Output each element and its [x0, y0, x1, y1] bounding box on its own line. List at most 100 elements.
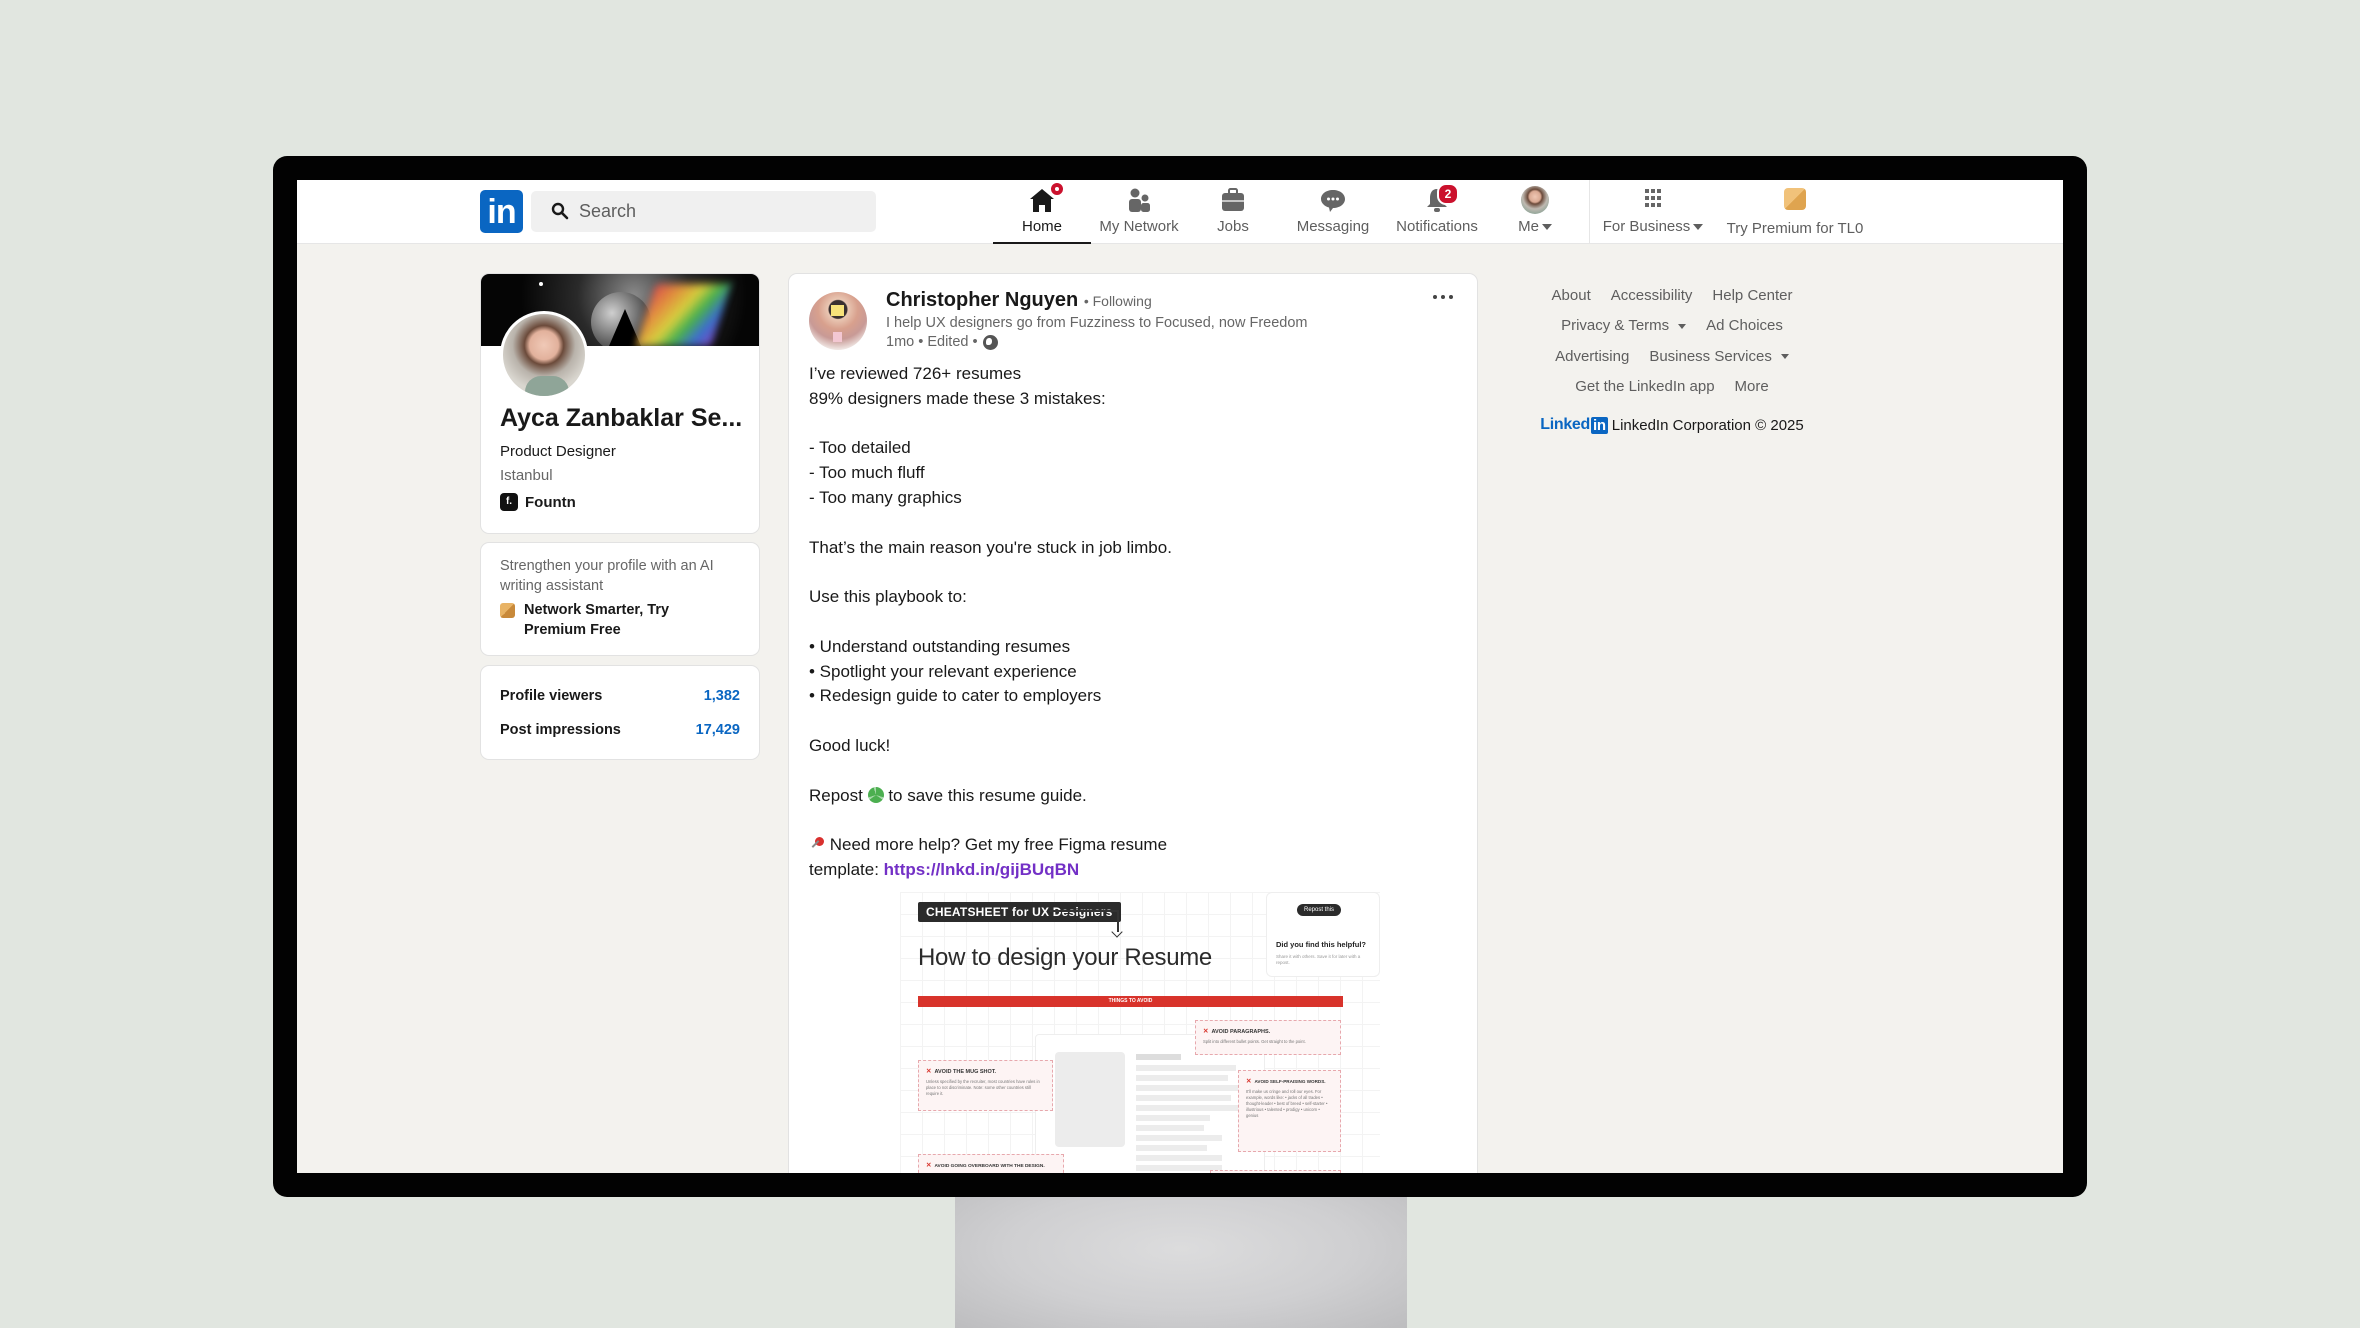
- label: Privacy & Terms: [1561, 317, 1670, 335]
- chevron-down-icon: [1693, 224, 1704, 231]
- mock-line: [1136, 1054, 1181, 1060]
- copyright: Linked in LinkedIn Corporation © 2025: [1522, 416, 1822, 434]
- wordmark-text: Linked: [1540, 416, 1590, 433]
- footer-link-advertising[interactable]: Advertising: [1555, 348, 1629, 365]
- chevron-down-icon: [1541, 224, 1552, 231]
- x-icon: ✕: [926, 1162, 932, 1169]
- nav-messaging[interactable]: Messaging: [1293, 186, 1373, 244]
- nav-label: Messaging: [1296, 218, 1370, 235]
- text: Repost: [809, 785, 868, 805]
- footer-link-about[interactable]: About: [1552, 287, 1591, 304]
- company-logo: f.: [500, 493, 518, 511]
- stat-profile-viewers[interactable]: Profile viewers 1,382: [500, 688, 740, 704]
- nav-home[interactable]: Home: [993, 183, 1091, 244]
- try-premium-link[interactable]: Network Smarter, Try Premium Free: [500, 600, 704, 640]
- post-line-help: Need more help? Get my free Figma resume: [809, 833, 1269, 858]
- linkedin-logo[interactable]: in: [480, 190, 523, 233]
- author-name-row: Christopher Nguyen • Following: [886, 289, 1152, 312]
- post-line-template: template: https://lnkd.in/gijBUqBN: [809, 858, 1269, 883]
- footer-row: Privacy & Terms Ad Choices: [1522, 311, 1822, 342]
- top-nav: in Home My Netwo: [297, 180, 2063, 244]
- search-bar[interactable]: [531, 191, 876, 232]
- post-line: [809, 511, 1269, 536]
- author-avatar[interactable]: [809, 292, 867, 350]
- text: to save this resume guide.: [883, 785, 1087, 805]
- helpful-sub: Share it with others. Save it for later …: [1276, 954, 1361, 965]
- stat-post-impressions[interactable]: Post impressions 17,429: [500, 722, 740, 738]
- nav-label: Notifications: [1396, 218, 1478, 235]
- nav-label: Jobs: [1217, 218, 1249, 235]
- avoid-box: ✕ AVOID PARAGRAPHS. Split into different …: [1195, 1020, 1341, 1055]
- people-icon: [1129, 188, 1150, 212]
- company-name: Fountn: [525, 493, 576, 511]
- footer-link-get-app[interactable]: Get the LinkedIn app: [1575, 378, 1714, 395]
- text: Need more help? Get my free Figma resume: [825, 835, 1168, 855]
- post-line: That’s the main reason you're stuck in j…: [809, 537, 1172, 557]
- screen: in Home My Netwo: [297, 180, 2063, 1173]
- cheatsheet-title: How to design your Resume: [918, 944, 1212, 971]
- footer-links: About Accessibility Help Center Privacy …: [1522, 280, 1822, 434]
- promo-text: Strengthen your profile with an AI writi…: [500, 558, 714, 594]
- footer-link-privacy-terms[interactable]: Privacy & Terms: [1561, 317, 1687, 335]
- premium-promo-card: Strengthen your profile with an AI writi…: [480, 542, 760, 656]
- profile-name[interactable]: Ayca Zanbaklar Se...: [500, 404, 742, 433]
- footer-link-ad-choices[interactable]: Ad Choices: [1706, 317, 1783, 334]
- nav-label: My Network: [1099, 218, 1179, 235]
- profile-company[interactable]: f. Fountn: [500, 493, 576, 511]
- avoid-heading: AVOID PARAGRAPHS.: [1211, 1029, 1271, 1035]
- mock-line: [1136, 1125, 1204, 1131]
- avoid-box: ✕ AVOID THE MUG SHOT. Unless specified by…: [918, 1060, 1053, 1111]
- post-link[interactable]: https://lnkd.in/gijBUqBN: [884, 860, 1079, 879]
- monitor-stand: [955, 1196, 1407, 1328]
- stat-value: 17,429: [695, 722, 740, 738]
- avoid-heading: AVOID GOING OVERBOARD WITH THE DESIGN.: [934, 1164, 1045, 1169]
- nav-jobs[interactable]: Jobs: [1203, 186, 1263, 244]
- avoid-text: It'll make us cringe and roll our eyes. …: [1246, 1089, 1328, 1118]
- nav-divider: [1589, 180, 1590, 244]
- post-line: - Too detailed: [809, 438, 911, 458]
- footer-link-accessibility[interactable]: Accessibility: [1611, 287, 1693, 304]
- nav-for-business[interactable]: For Business: [1597, 186, 1709, 244]
- promo-link-label: Network Smarter, Try Premium Free: [524, 602, 670, 638]
- stats-card: Profile viewers 1,382 Post impressions 1…: [480, 665, 760, 760]
- post-line: 89% designers made these 3 mistakes:: [809, 388, 1106, 408]
- avoid-box: ✕ AVOID SELF-PRAISING WORDS. It'll make u…: [1238, 1070, 1341, 1152]
- avoid-heading: AVOID THE MUG SHOT.: [934, 1069, 997, 1075]
- author-name[interactable]: Christopher Nguyen: [886, 289, 1078, 311]
- globe-icon: [982, 334, 998, 350]
- mock-line: [1136, 1115, 1210, 1121]
- nav-label: For Business: [1602, 218, 1691, 235]
- nav-me[interactable]: Me: [1507, 186, 1563, 244]
- stat-label: Profile viewers: [500, 688, 603, 704]
- post-line: I’ve reviewed 726+ resumes: [809, 364, 1022, 383]
- linkedin-wordmark: Linked in: [1540, 416, 1608, 434]
- profile-avatar[interactable]: [500, 311, 588, 399]
- nav-my-network[interactable]: My Network: [1095, 186, 1183, 244]
- stat-label: Post impressions: [500, 722, 621, 738]
- footer-row: About Accessibility Help Center: [1522, 280, 1822, 311]
- chevron-down-icon: [1780, 354, 1789, 360]
- more-options-button[interactable]: [1429, 288, 1457, 306]
- footer-link-help-center[interactable]: Help Center: [1712, 287, 1792, 304]
- premium-icon: [500, 603, 515, 618]
- premium-icon: [1784, 188, 1806, 210]
- post-line: Good luck!: [809, 735, 891, 755]
- footer-link-more[interactable]: More: [1735, 378, 1769, 395]
- notification-dot: [1051, 183, 1063, 195]
- mock-line: [1136, 1105, 1248, 1111]
- nav-notifications[interactable]: 2 Notifications: [1391, 183, 1483, 244]
- footer-link-business-services[interactable]: Business Services: [1649, 348, 1789, 365]
- nav-try-premium[interactable]: Try Premium for TL0: [1723, 186, 1867, 244]
- briefcase-icon: [1222, 188, 1244, 211]
- grid-icon: [1645, 189, 1661, 207]
- post-image-cheatsheet[interactable]: CHEATSHEET for UX Designers How to desig…: [900, 892, 1380, 1173]
- mock-photo: [1055, 1052, 1125, 1147]
- pushpin-icon: [809, 836, 825, 852]
- post-body: I’ve reviewed 726+ resumes 89% designers…: [809, 362, 1269, 883]
- search-input[interactable]: [579, 191, 859, 232]
- avoid-box: ✕ AVOID GOING OVERBOARD WITH THE DESIGN.: [918, 1154, 1064, 1173]
- ellipsis-icon: [1433, 295, 1437, 299]
- nav-label: Home: [1021, 218, 1062, 235]
- x-icon: ✕: [1203, 1028, 1209, 1035]
- post-line: Use this playbook to:: [809, 587, 967, 607]
